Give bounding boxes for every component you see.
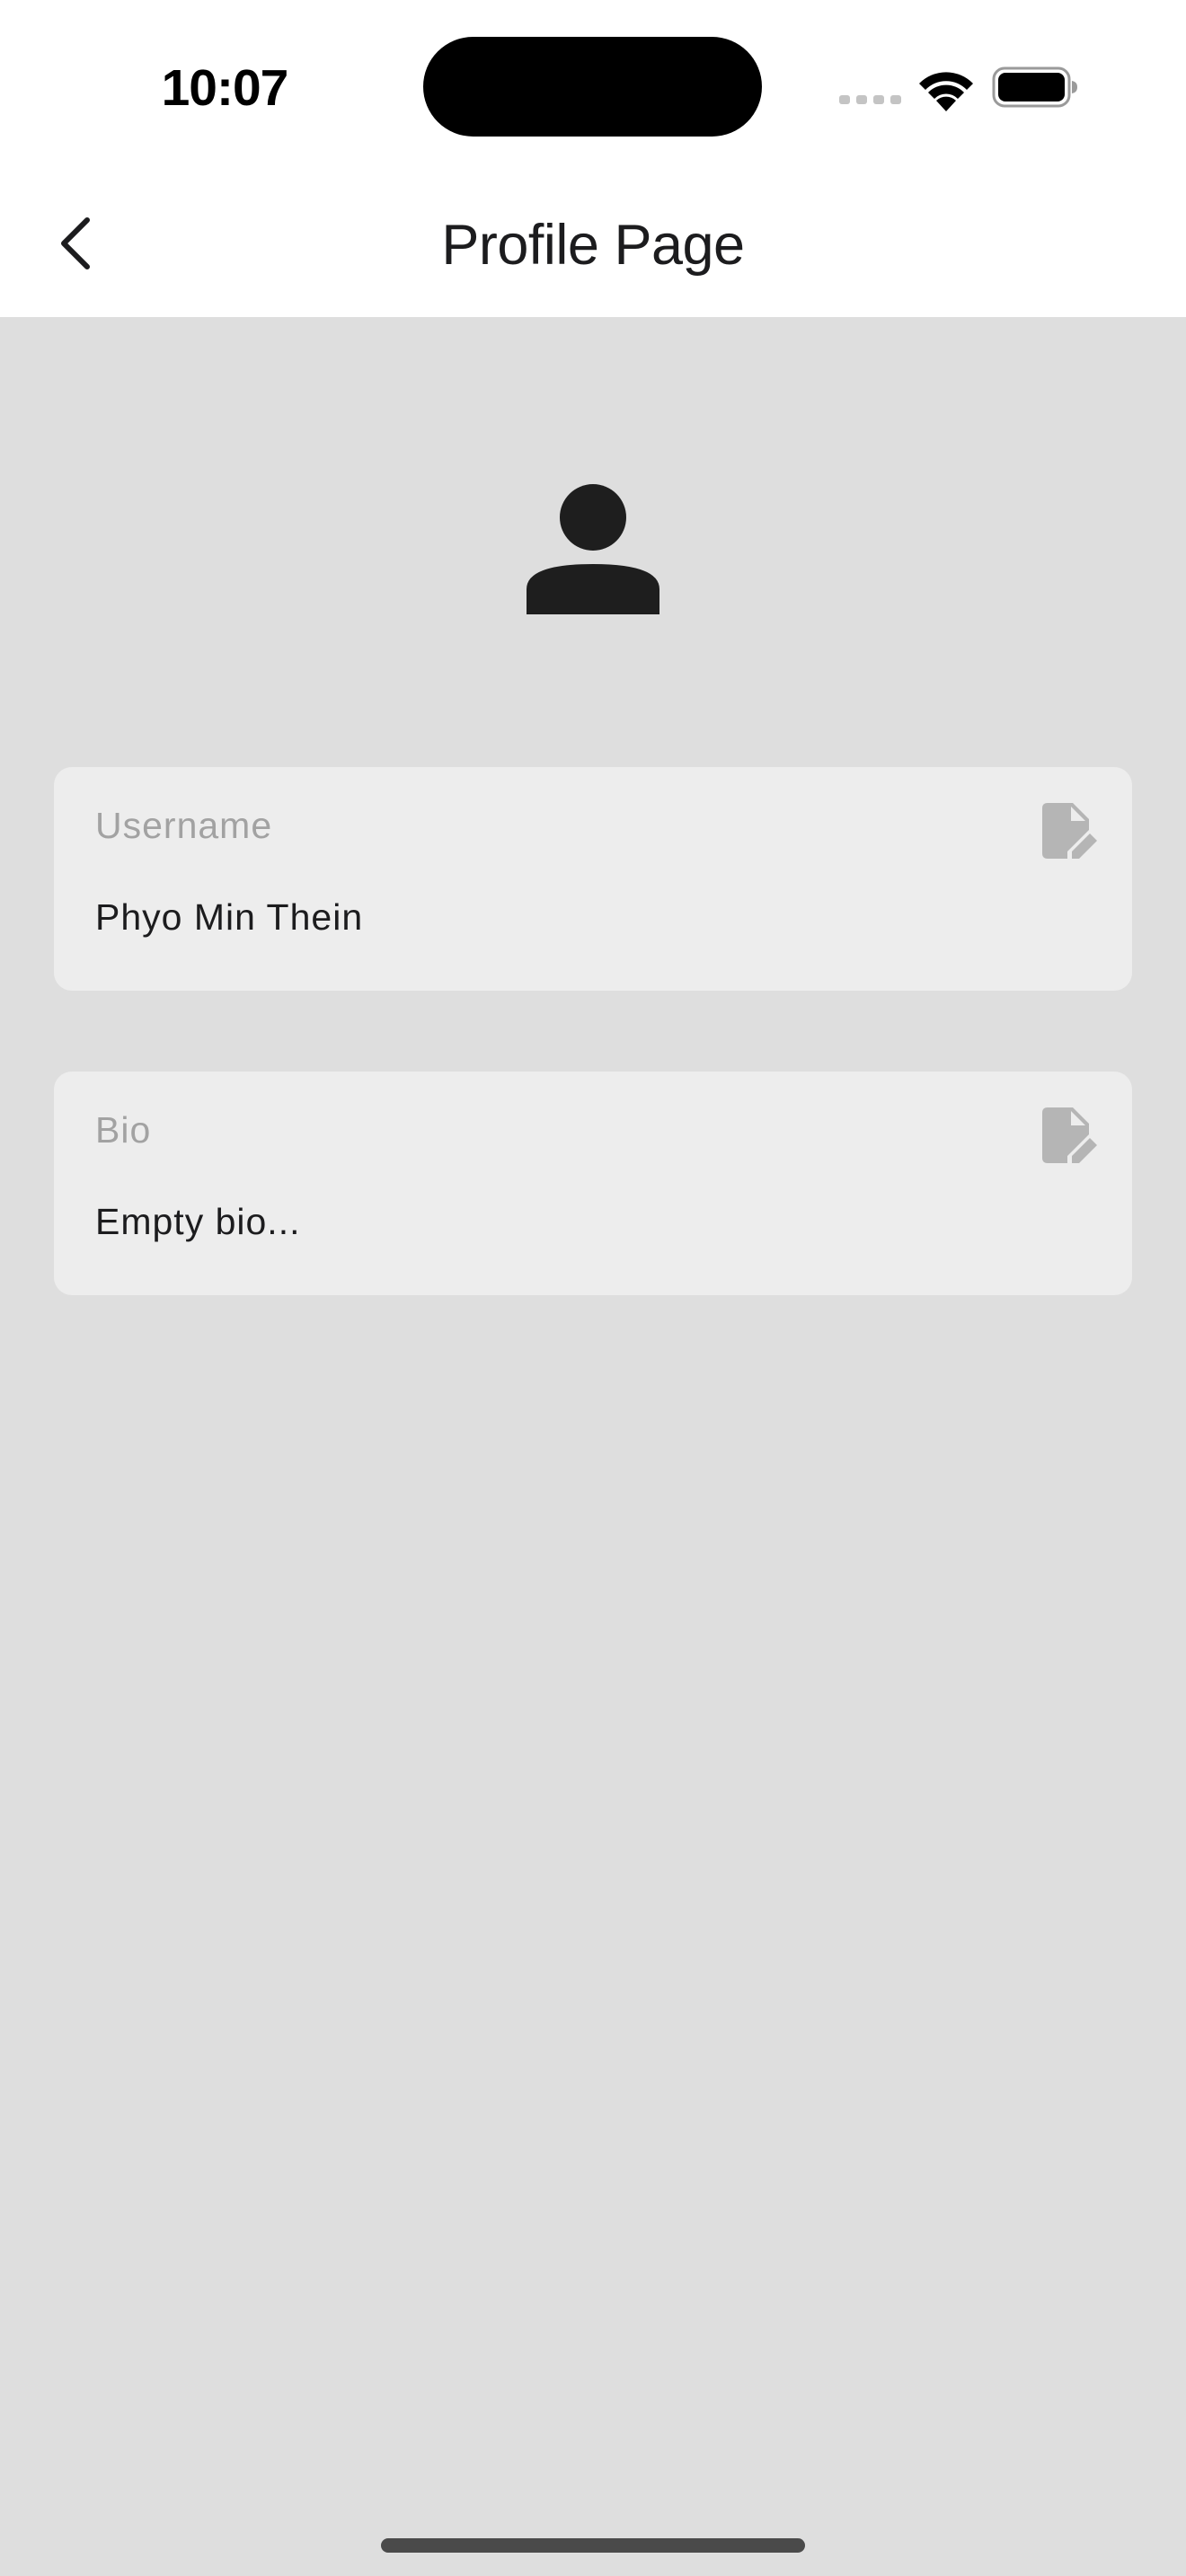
username-value: Phyo Min Thein: [95, 896, 364, 938]
top-bar: 10:07 Profile Page: [0, 0, 1186, 317]
page-title: Profile Page: [441, 214, 745, 277]
chevron-left-icon: [61, 217, 90, 269]
battery-icon: [992, 66, 1077, 108]
bio-field-card: Bio Empty bio...: [54, 1072, 1132, 1295]
cellular-signal-icon: [839, 95, 901, 104]
home-indicator[interactable]: [381, 2538, 805, 2553]
back-button[interactable]: [45, 203, 108, 284]
edit-bio-icon[interactable]: [1042, 1107, 1098, 1167]
edit-username-icon[interactable]: [1042, 803, 1098, 862]
bio-label: Bio: [95, 1109, 152, 1151]
bio-value: Empty bio...: [95, 1201, 301, 1242]
dynamic-island: [423, 37, 762, 137]
person-icon: [527, 484, 659, 614]
profile-screen: 10:07 Profile Page Username Phyo Min The…: [0, 0, 1186, 2576]
username-label: Username: [95, 805, 273, 846]
wifi-icon: [919, 72, 973, 111]
status-time: 10:07: [161, 59, 289, 117]
username-field-card: Username Phyo Min Thein: [54, 767, 1132, 991]
